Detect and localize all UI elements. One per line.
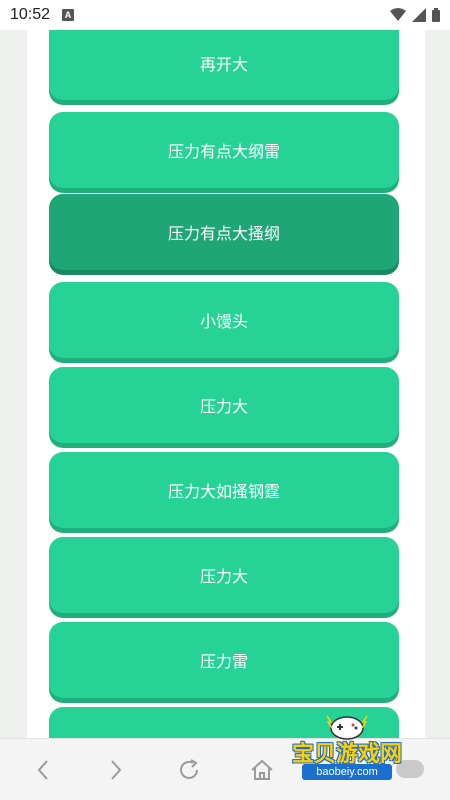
content-panel: 再开大 压力有点大纲雷 压力有点大搔纲 小馒头 压力大 压力大如搔钢霆 压力大 …: [27, 30, 425, 738]
option-button[interactable]: 再开大: [49, 30, 399, 100]
home-icon: [251, 759, 273, 780]
page-area[interactable]: 再开大 压力有点大纲雷 压力有点大搔纲 小馒头 压力大 压力大如搔钢霆 压力大 …: [0, 30, 450, 738]
status-time: 10:52: [10, 6, 51, 23]
option-button[interactable]: 压力雷: [49, 622, 399, 698]
wifi-icon: [390, 8, 406, 21]
option-button[interactable]: 压力大: [49, 537, 399, 613]
option-button[interactable]: 小馒头: [49, 282, 399, 358]
forward-button[interactable]: [101, 755, 131, 785]
a-icon: A: [62, 9, 75, 21]
option-button-active[interactable]: 压力有点大搔纲: [49, 194, 399, 270]
refresh-button[interactable]: [174, 755, 204, 785]
signal-icon: [412, 8, 426, 22]
option-button[interactable]: 压力大如搔钢霆: [49, 452, 399, 528]
battery-icon: [432, 8, 440, 22]
forward-icon: [111, 760, 122, 780]
refresh-icon: [180, 759, 198, 779]
back-icon: [37, 760, 48, 780]
option-button[interactable]: 压力大: [49, 367, 399, 443]
status-bar: 10:52 A: [0, 0, 450, 30]
status-icons: [390, 8, 440, 22]
back-button[interactable]: [28, 755, 58, 785]
option-button[interactable]: 压力有点大纲雷: [49, 112, 399, 188]
watermark-url: baobeiy.com: [302, 764, 392, 780]
site-watermark: 宝贝游戏网 baobeiy.com: [272, 712, 422, 782]
